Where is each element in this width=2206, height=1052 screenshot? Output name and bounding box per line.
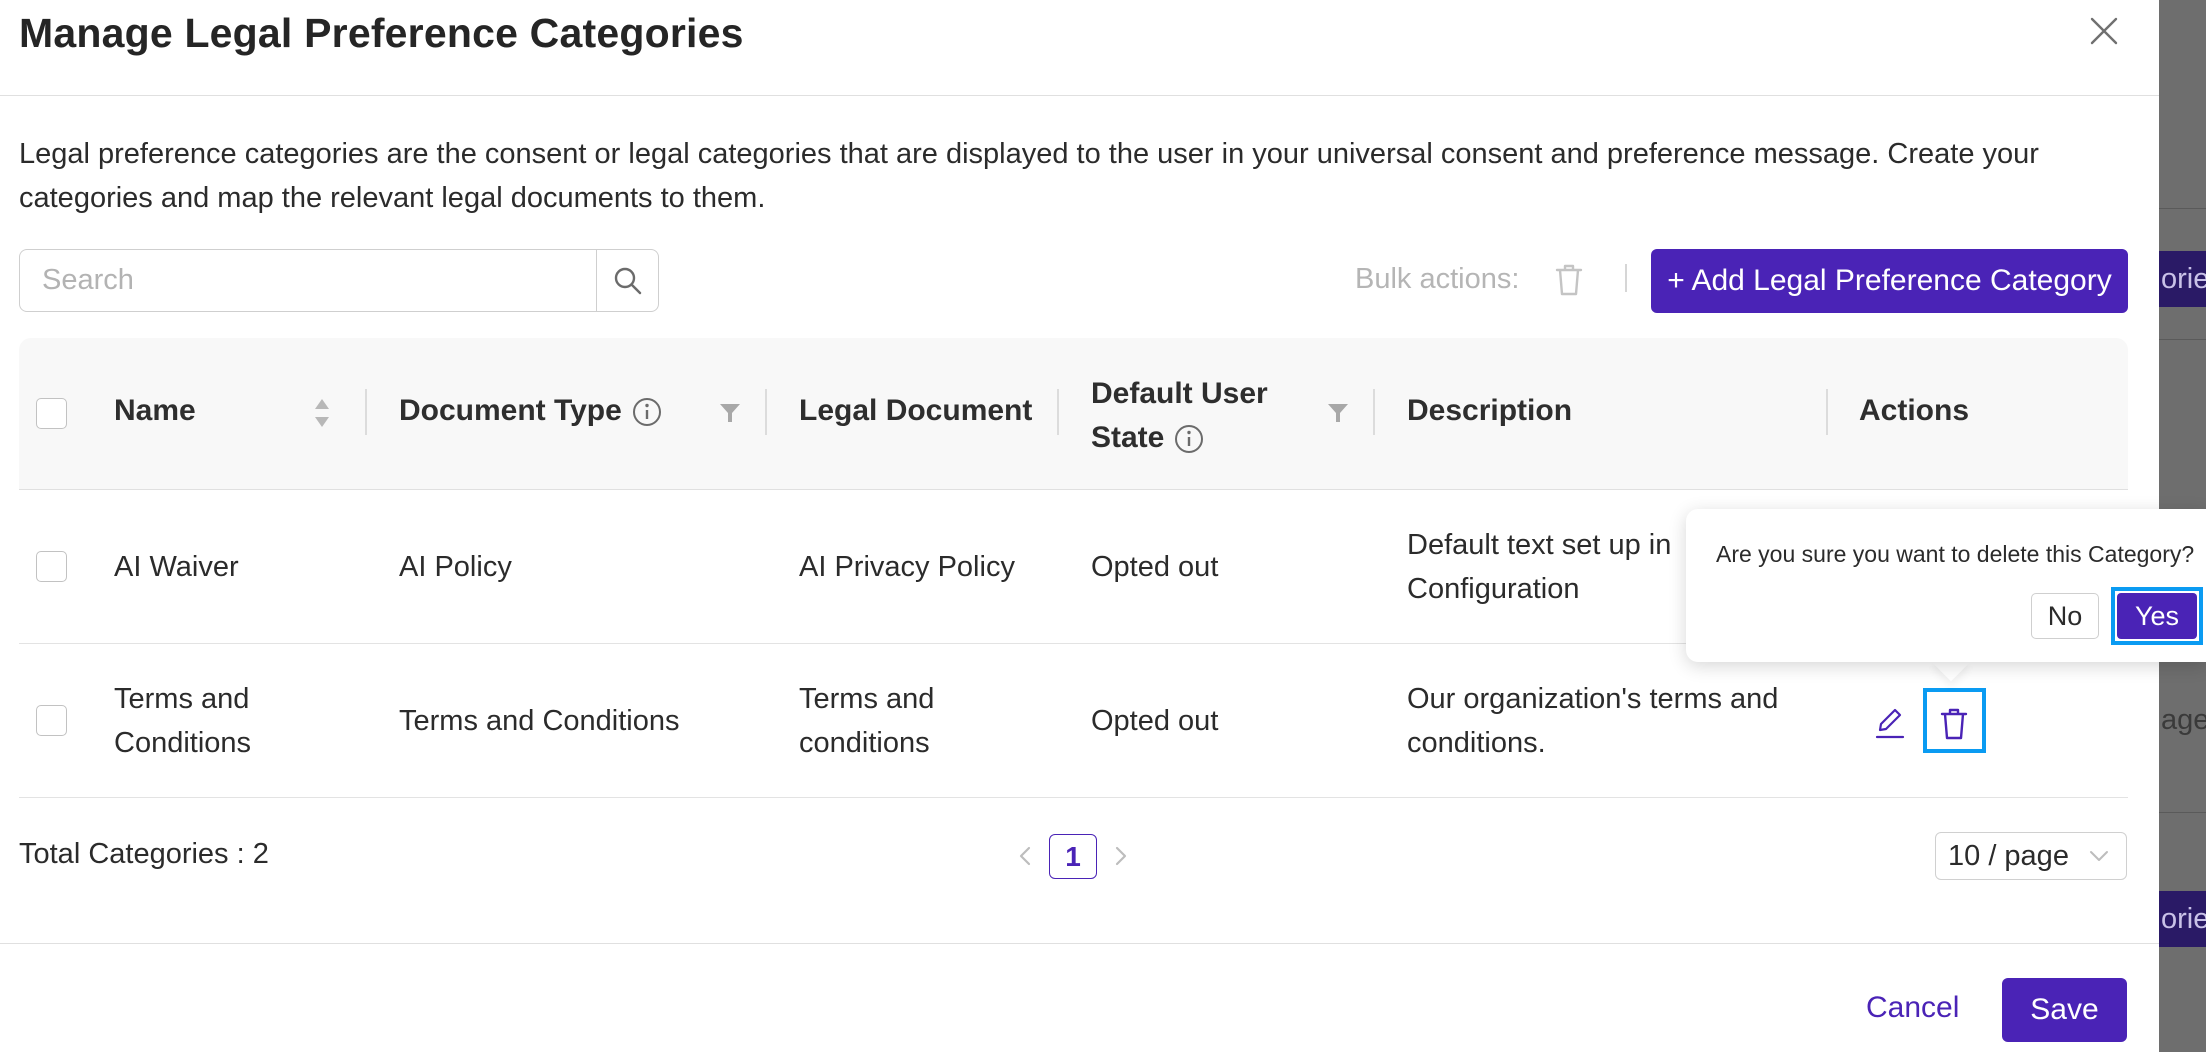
background-row-text: age	[2161, 704, 2206, 736]
column-separator	[1057, 389, 1059, 435]
search-button[interactable]	[596, 250, 658, 311]
bulk-delete-icon[interactable]	[1553, 262, 1585, 298]
cell-description: Default text set up in Configuration	[1407, 523, 1671, 611]
delete-button-highlight	[1923, 688, 1986, 753]
column-separator	[365, 389, 367, 435]
modal-title: Manage Legal Preference Categories	[19, 10, 744, 56]
cell-name-line2: Conditions	[114, 727, 252, 759]
save-button[interactable]: Save	[2002, 978, 2127, 1042]
header-document-type-label: Document Type	[399, 394, 622, 427]
column-separator	[1826, 389, 1828, 435]
cell-description-line2: Configuration	[1407, 573, 1580, 605]
chevron-down-icon	[2090, 851, 2108, 861]
page-size-select[interactable]: 10 / page	[1935, 832, 2127, 880]
header-actions: Actions	[1859, 394, 1970, 427]
search-box	[19, 249, 659, 312]
header-default-user-state-line1: Default User	[1091, 377, 1268, 410]
select-all-checkbox[interactable]	[36, 398, 67, 429]
filter-icon[interactable]	[719, 402, 741, 424]
search-icon	[614, 267, 641, 294]
cell-legal-document: Terms and conditions	[799, 677, 934, 765]
cell-document-type: Terms and Conditions	[399, 705, 680, 737]
column-separator	[765, 389, 767, 435]
intro-text: Legal preference categories are the cons…	[19, 138, 2039, 214]
confirm-no-button[interactable]: No	[2031, 593, 2099, 639]
background-divider	[2159, 812, 2206, 813]
table-row: Terms and Conditions Terms and Condition…	[19, 644, 2128, 798]
background-button: orie	[2159, 891, 2206, 947]
table-header: Name Document Type Legal Document Defaul…	[19, 338, 2128, 490]
cancel-button[interactable]: Cancel	[1866, 991, 1959, 1025]
close-button[interactable]	[2086, 10, 2122, 52]
cell-legal-document: AI Privacy Policy	[799, 551, 1015, 583]
background-divider	[2159, 208, 2206, 209]
chevron-right-icon[interactable]	[1111, 840, 1131, 872]
header-document-type: Document Type	[399, 394, 662, 428]
header-default-user-state-line2-wrap: State	[1091, 416, 1268, 460]
cell-legal-document-line2: conditions	[799, 727, 930, 759]
footer-divider	[0, 943, 2159, 944]
background-button: orie	[2159, 251, 2206, 307]
sort-icon[interactable]	[312, 396, 332, 430]
toolbar-separator	[1625, 264, 1627, 292]
cell-description-line1: Default text set up in	[1407, 529, 1672, 561]
chevron-left-icon[interactable]	[1015, 840, 1035, 872]
cell-legal-document-line1: Terms and	[799, 683, 935, 715]
header-name[interactable]: Name	[114, 394, 196, 428]
close-icon	[2090, 17, 2118, 45]
page-size-value: 10 / page	[1948, 839, 2069, 872]
cell-default-user-state: Opted out	[1091, 705, 1219, 737]
delete-confirm-popover: Are you sure you want to delete this Cat…	[1686, 509, 2206, 662]
cell-description-line2: conditions.	[1407, 727, 1546, 759]
column-separator	[1373, 389, 1375, 435]
cell-default-user-state: Opted out	[1091, 551, 1219, 583]
info-icon[interactable]	[632, 397, 662, 427]
search-input[interactable]	[20, 250, 596, 311]
info-icon[interactable]	[1174, 424, 1204, 454]
background-divider	[2159, 339, 2206, 340]
add-category-button[interactable]: + Add Legal Preference Category	[1651, 249, 2128, 313]
bulk-actions-label: Bulk actions:	[1355, 263, 1520, 295]
header-description: Description	[1407, 394, 1573, 427]
cell-name-line1: Terms and	[114, 683, 250, 715]
header-default-user-state-line2: State	[1091, 421, 1165, 454]
total-categories: Total Categories : 2	[19, 838, 269, 870]
cell-name: AI Waiver	[114, 551, 239, 583]
row-checkbox[interactable]	[36, 551, 67, 582]
cell-name: Terms and Conditions	[114, 677, 251, 765]
page-number-button[interactable]: 1	[1049, 834, 1097, 879]
cell-description-line1: Our organization's terms and	[1407, 683, 1779, 715]
header-default-user-state: Default User State	[1091, 372, 1268, 460]
row-checkbox[interactable]	[36, 705, 67, 736]
cell-description: Our organization's terms and conditions.	[1407, 677, 1778, 765]
confirm-yes-button[interactable]: Yes	[2117, 593, 2197, 639]
cell-document-type: AI Policy	[399, 551, 512, 583]
filter-icon[interactable]	[1327, 402, 1349, 424]
edit-icon[interactable]	[1874, 706, 1906, 740]
header-divider	[0, 95, 2159, 96]
header-legal-document: Legal Document	[799, 394, 1033, 427]
popconfirm-message: Are you sure you want to delete this Cat…	[1716, 541, 2195, 567]
